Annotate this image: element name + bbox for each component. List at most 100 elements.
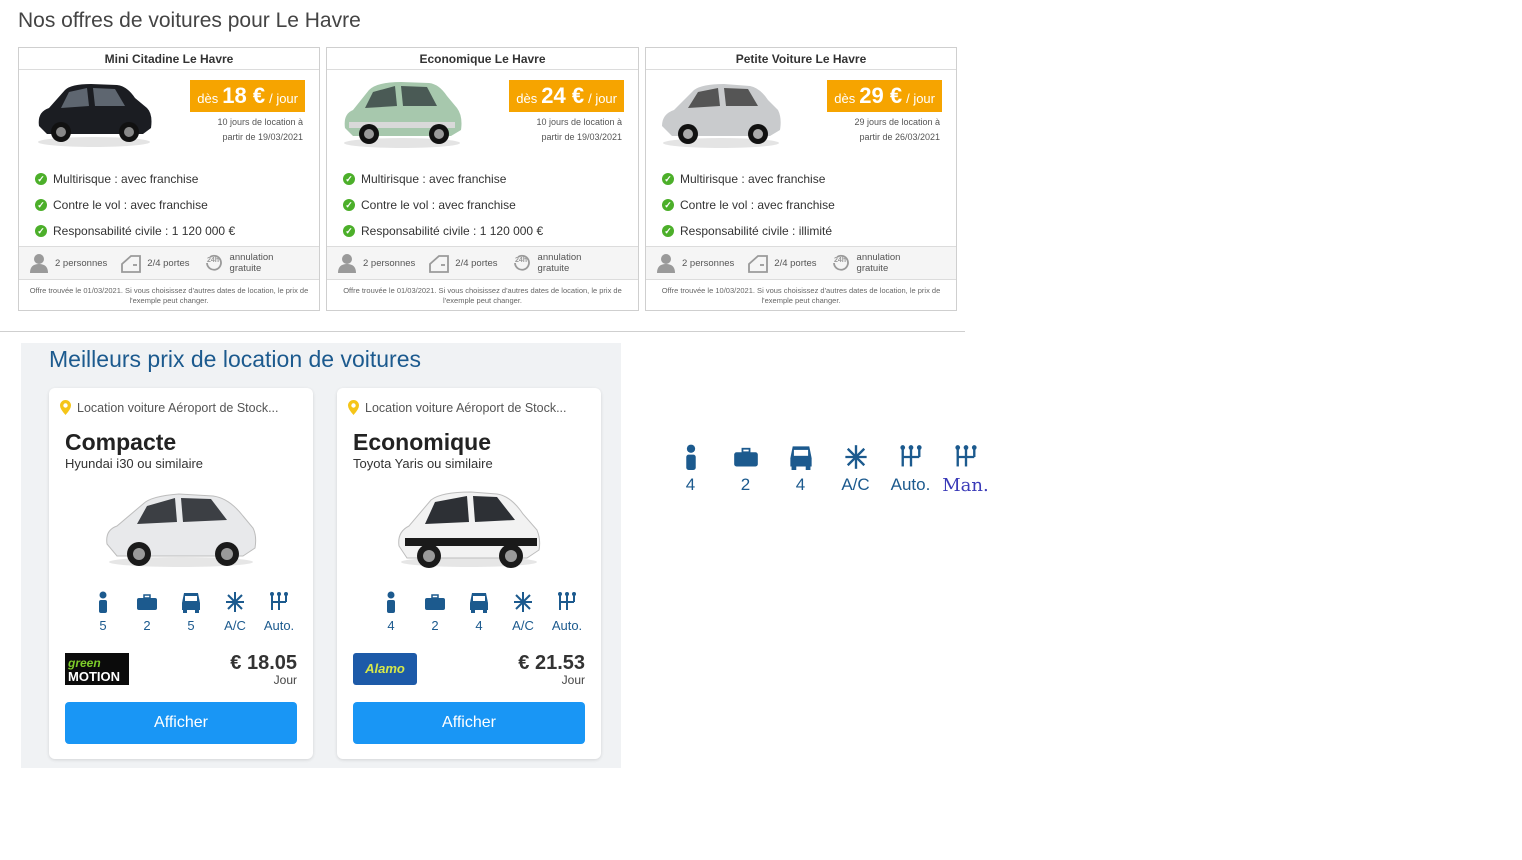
offer-disclaimer: Offre trouvée le 01/03/2021. Si vous cho… [29,286,309,305]
feature-list: ✓ Multirisque : avec franchise ✓ Contre le… [662,166,835,244]
car-image [344,82,462,148]
feature-item: ✓ Responsabilité civile : illimité [662,218,835,244]
spec-value: A/C [841,475,870,494]
car-card[interactable]: Location voiture Aéroport de Stock... Ec… [337,388,601,759]
vendor-logo-alamo: Alamo [353,653,417,685]
offer-title: Economique Le Havre [327,48,638,70]
spec-value: 5 [187,618,195,633]
spec-label: 2 personnes [363,257,416,269]
car-category: Economique [353,429,492,455]
check-icon: ✓ [662,225,674,237]
price-unit: / jour [906,91,935,106]
cancel-line: annulation [537,252,582,263]
feature-list: ✓ Multirisque : avec franchise ✓ Contre le… [35,166,235,244]
snowflake-icon [226,592,244,612]
feature-label: Multirisque : avec franchise [53,172,199,186]
check-icon: ✓ [662,173,674,185]
price-value: 29 € [859,83,903,108]
spec-bags: 2 [718,444,773,496]
price-prefix: dès [197,91,219,106]
price-period: Jour [561,673,585,687]
spec-cancel: 24h annulation gratuite [204,252,274,274]
snowflake-icon [514,592,532,612]
spec-value: Auto. [890,475,931,494]
check-icon: ✓ [35,173,47,185]
spec-label: annulation gratuite [230,252,274,274]
check-icon: ✓ [35,225,47,237]
spec-ac: A/C [213,591,257,633]
offer-title: Mini Citadine Le Havre [19,48,319,70]
offer-card[interactable]: Mini Citadine Le Havre dès 18 € / jour 1… [18,47,320,311]
price-note-line: partir de 19/03/2021 [222,132,303,142]
gearbox-icon [954,445,977,467]
spec-value: 4 [475,618,483,633]
offer-specs: 2 personnes 2/4 portes 24h annulation gra… [19,246,319,280]
person-icon [99,591,107,613]
free-cancel-24h-icon: 24h [205,254,222,271]
spec-value: 4 [685,475,696,494]
price-note-line: partir de 19/03/2021 [541,132,622,142]
show-button[interactable]: Afficher [65,702,297,744]
svg-text:Alamo: Alamo [364,661,405,676]
price-note-line: 10 jours de location à [217,117,303,127]
spec-label: annulation gratuite [857,252,901,274]
feature-label: Contre le vol : avec franchise [53,198,208,212]
car-card[interactable]: Location voiture Aéroport de Stock... Co… [49,388,313,759]
gearbox-icon [270,592,288,610]
door-icon [121,255,142,273]
spec-bags: 2 [125,591,169,633]
svg-text:24h: 24h [515,257,527,264]
spec-value: 4 [387,618,395,633]
spec-persons: 5 [81,591,125,633]
spec-persons: 2 personnes [337,253,415,273]
offer-card[interactable]: Economique Le Havre dès 24 € / jour 10 j… [326,47,639,311]
check-icon: ✓ [35,199,47,211]
spec-value: Man. [942,475,989,496]
price-value: 24 € [541,83,585,108]
spec-value: 5 [99,618,107,633]
spec-cancel: 24h annulation gratuite [512,252,582,274]
spec-label: 2 personnes [682,257,735,269]
spec-doors: 5 [169,591,213,633]
price: € 21.53 Jour [518,652,585,687]
spec-auto: Auto. [883,444,938,496]
spec-bags: 2 [413,591,457,633]
price-badge: dès 29 € / jour [827,80,942,112]
offer-title: Petite Voiture Le Havre [646,48,956,70]
feature-label: Responsabilité civile : illimité [680,224,833,238]
spec-value: 4 [795,475,806,494]
feature-label: Contre le vol : avec franchise [680,198,835,212]
gearbox-icon [899,445,922,467]
person-icon [30,254,48,273]
price-note: 29 jours de location à partir de 26/03/2… [810,115,940,145]
spec-doors: 2/4 portes [429,253,498,273]
feature-list: ✓ Multirisque : avec franchise ✓ Contre le… [343,166,543,244]
price-amount: € 21.53 [518,652,585,674]
location-label: Location voiture Aéroport de Stock... [365,400,567,415]
spec-doors: 4 [773,444,828,496]
offer-card[interactable]: Petite Voiture Le Havre dès 29 € / jour … [645,47,957,311]
spec-persons: 4 [369,591,413,633]
show-button[interactable]: Afficher [353,702,585,744]
page-title: Nos offres de voitures pour Le Havre [18,9,361,32]
car-specs: 5 2 5 A/C Auto. [81,591,301,633]
cancel-line: annulation [229,252,274,263]
price-amount: € 18.05 [230,652,297,674]
spec-doors: 2/4 portes [748,253,817,273]
car-category: Compacte [65,429,177,455]
feature-item: ✓ Responsabilité civile : 1 120 000 € [35,218,235,244]
spec-value: A/C [512,618,534,633]
spec-persons: 4 [663,444,718,496]
spec-value: 2 [143,618,151,633]
cancel-line: annulation [856,252,901,263]
location-pin-icon [348,400,359,415]
snowflake-icon [844,445,867,469]
svg-text:24h: 24h [834,257,846,264]
spec-cancel: 24h annulation gratuite [831,252,901,274]
price-unit: / jour [269,91,298,106]
feature-item: ✓ Contre le vol : avec franchise [662,192,835,218]
spec-ac: A/C [501,591,545,633]
offer-specs: 2 personnes 2/4 portes 24h annulation gra… [646,246,956,280]
suitcase-icon [733,447,758,467]
person-icon [387,591,395,613]
